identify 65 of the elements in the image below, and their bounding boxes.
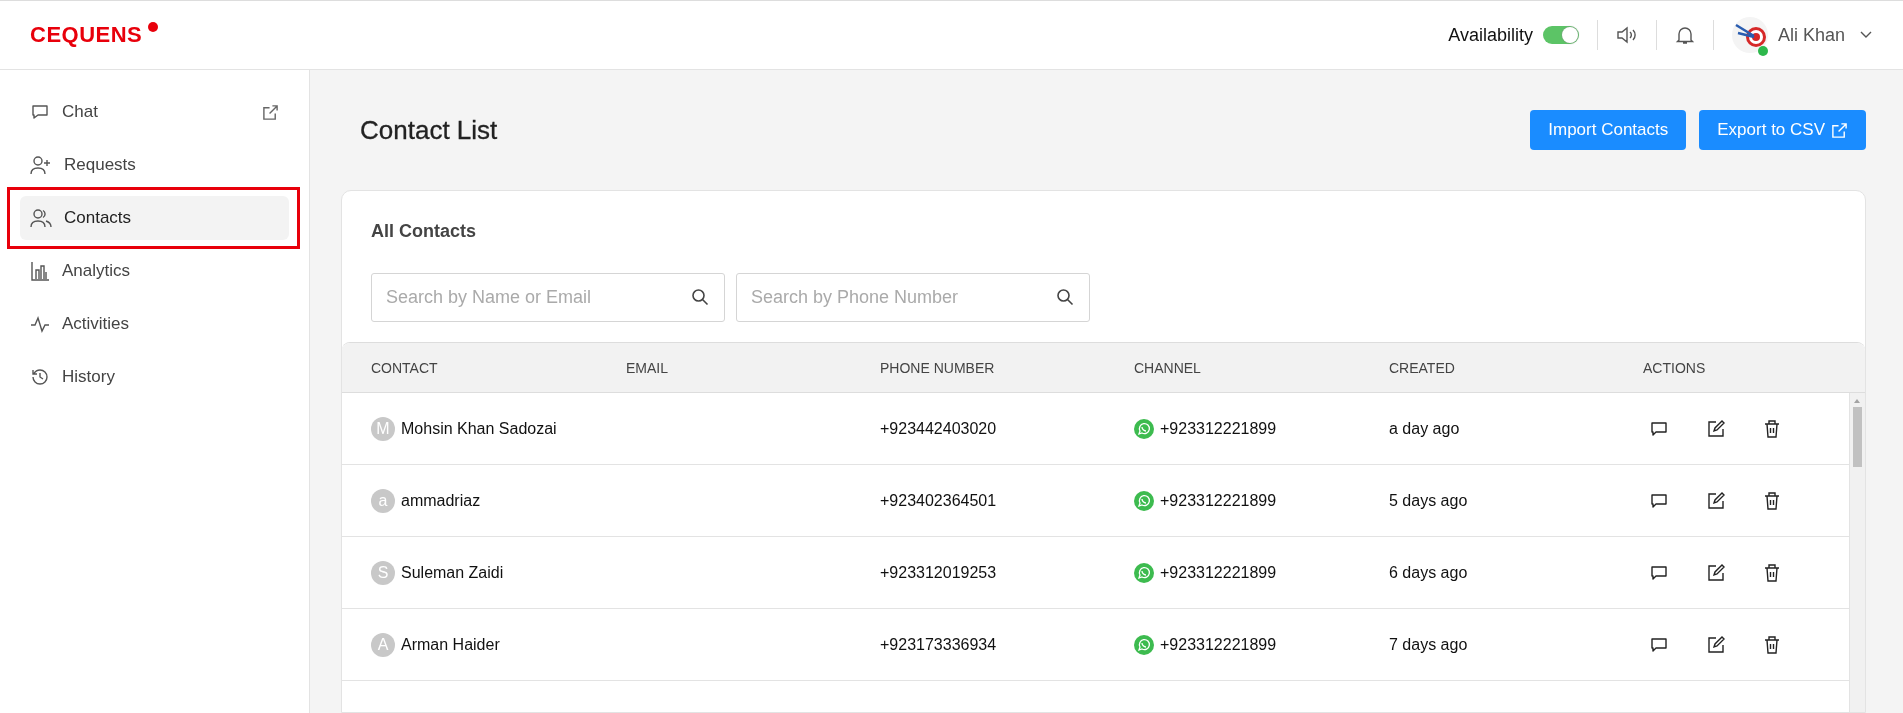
chat-icon[interactable] — [1650, 563, 1668, 582]
contact-name: ammadriaz — [401, 491, 481, 510]
phone-cell: +923442403020 — [880, 419, 997, 437]
page-title: Contact List — [360, 114, 499, 146]
column-header: CHANNEL — [1134, 359, 1202, 376]
sidebar-item[interactable]: Chat — [20, 90, 289, 134]
created-cell: 5 days ago — [1389, 491, 1468, 509]
chat-icon[interactable] — [1650, 491, 1668, 510]
trash-icon[interactable] — [1764, 419, 1780, 438]
channel-number: +923312221899 — [1160, 491, 1277, 510]
contact-name: Mohsin Khan Sadozai — [401, 419, 557, 438]
logo-text: CEQUENS — [30, 22, 143, 47]
whatsapp-icon — [1134, 634, 1154, 655]
card-title: All Contacts — [370, 220, 477, 243]
scrollbar[interactable] — [1849, 393, 1865, 712]
availability-label: Availability — [1448, 24, 1533, 46]
sidebar-item[interactable]: Analytics — [20, 249, 289, 293]
column-header: PHONE NUMBER — [880, 359, 996, 376]
created-cell: 6 days ago — [1389, 563, 1468, 581]
trash-icon[interactable] — [1764, 491, 1780, 510]
channel-number: +923312221899 — [1160, 635, 1277, 654]
search-icon — [691, 288, 709, 306]
sidebar-item[interactable]: Contacts — [20, 196, 289, 240]
add-user-icon — [30, 155, 52, 175]
trash-icon[interactable] — [1764, 635, 1780, 654]
user-avatar[interactable] — [1731, 17, 1768, 53]
edit-icon[interactable] — [1707, 419, 1725, 438]
chat-icon[interactable] — [1650, 635, 1668, 654]
logo-dot — [148, 22, 159, 32]
history-icon — [30, 367, 50, 387]
column-header: EMAIL — [626, 359, 669, 376]
pulse-icon — [30, 314, 50, 334]
edit-icon[interactable] — [1707, 635, 1725, 654]
sidebar-item[interactable]: History — [20, 355, 289, 399]
edit-icon[interactable] — [1707, 563, 1725, 582]
channel-number: +923312221899 — [1160, 419, 1277, 438]
phone-cell: +923173336934 — [880, 635, 997, 653]
bar-chart-icon — [30, 261, 50, 281]
channel-number: +923312221899 — [1160, 563, 1277, 582]
availability-toggle[interactable] — [1542, 26, 1579, 44]
whatsapp-icon — [1134, 490, 1154, 511]
edit-icon[interactable] — [1707, 491, 1725, 510]
whatsapp-icon — [1134, 562, 1154, 583]
created-cell: a day ago — [1389, 419, 1460, 437]
search-field[interactable]: Search by Phone Number — [736, 273, 1090, 322]
chat-icon[interactable] — [1650, 419, 1668, 438]
speaker-icon[interactable] — [1615, 25, 1638, 45]
sidebar-item[interactable]: Requests — [20, 143, 289, 187]
chevron-down-icon[interactable] — [1859, 30, 1873, 40]
user-name[interactable]: Ali Khan — [1777, 24, 1845, 46]
contact-name: Suleman Zaidi — [401, 563, 504, 582]
users-icon — [30, 208, 52, 228]
phone-cell: +923312019253 — [880, 563, 997, 581]
created-cell: 7 days ago — [1389, 635, 1468, 653]
column-header: CONTACT — [371, 359, 439, 376]
trash-icon[interactable] — [1764, 563, 1780, 582]
whatsapp-icon — [1134, 418, 1154, 439]
column-header: ACTIONS — [1643, 359, 1707, 376]
contact-name: Arman Haider — [401, 635, 500, 654]
phone-cell: +923402364501 — [880, 491, 997, 509]
search-field[interactable]: Search by Name or Email — [371, 273, 725, 322]
bell-icon[interactable] — [1674, 25, 1695, 45]
search-icon — [1056, 288, 1074, 306]
column-header: CREATED — [1389, 359, 1456, 376]
sidebar-item[interactable]: Activities — [20, 302, 289, 346]
